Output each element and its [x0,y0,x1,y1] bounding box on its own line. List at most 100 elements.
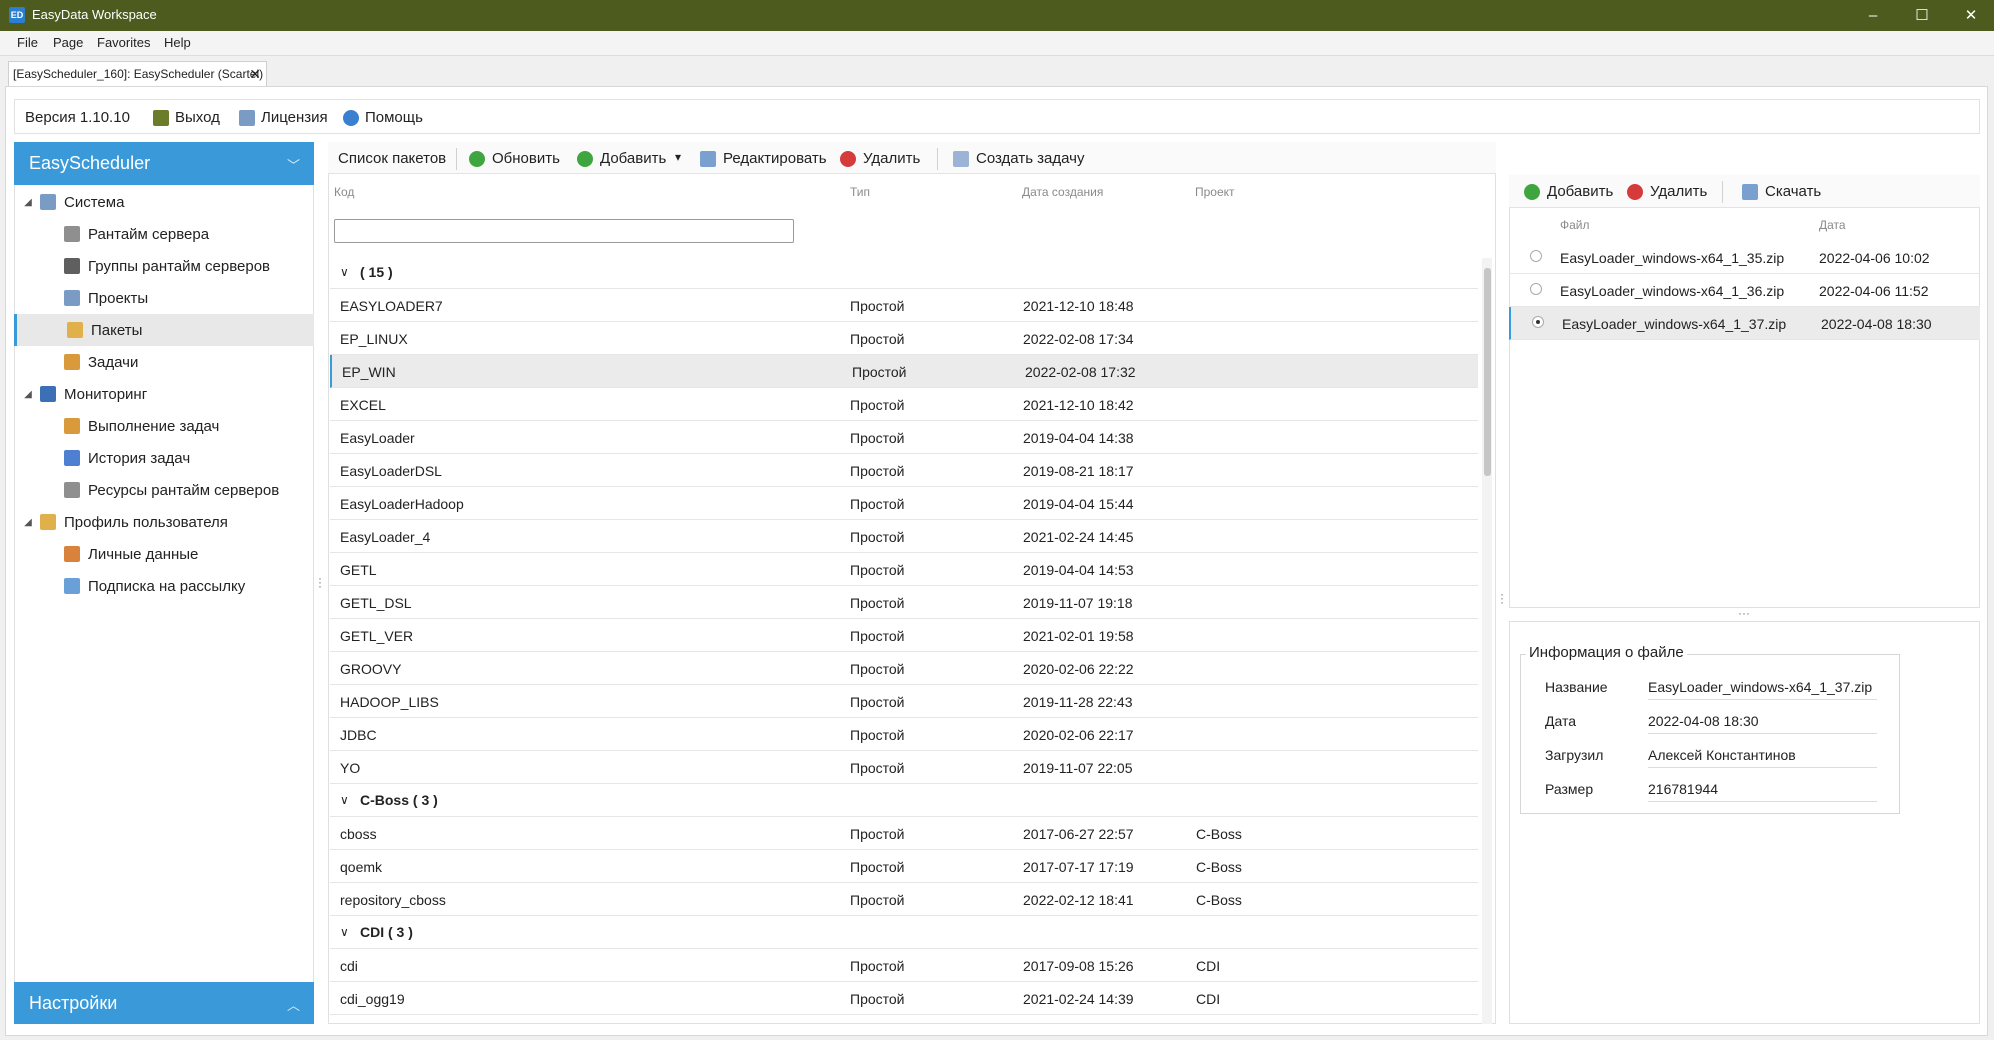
add-file-button[interactable]: Добавить [1524,183,1613,200]
delete-package-button[interactable]: Удалить [840,150,920,167]
tree-item[interactable]: ◢ Система [14,186,314,218]
file-row[interactable]: EasyLoader_windows-x64_1_35.zip 2022-04-0… [1509,241,1980,274]
tree-item[interactable]: Личные данные [14,538,314,570]
column-header-file-date[interactable]: Дата [1819,218,1846,232]
table-row[interactable]: EasyLoaderDSL Простой 2019-08-21 18:17 [330,454,1478,487]
tree-item[interactable]: Ресурсы рантайм серверов [14,474,314,506]
profile-icon [40,514,56,530]
file-radio[interactable] [1532,316,1544,328]
group-label: ( 15 ) [360,264,393,280]
tree-item[interactable]: Подписка на рассылку [14,570,314,602]
table-row[interactable]: GETL_DSL Простой 2019-11-07 19:18 [330,586,1478,619]
chevron-down-icon[interactable]: ∨ [340,925,360,939]
tree-item[interactable]: Выполнение задач [14,410,314,442]
cell-code: JDBC [340,727,377,743]
document-tab[interactable]: [EasyScheduler_160]: EasyScheduler (Scar… [8,61,267,86]
table-row[interactable]: qoemk Простой 2017-07-17 17:19 C-Boss [330,850,1478,883]
cell-date: 2020-02-06 22:17 [1023,727,1134,743]
server-icon [64,226,80,242]
download-file-button[interactable]: Скачать [1742,183,1821,200]
column-header-date[interactable]: Дата создания [1022,185,1103,199]
table-row[interactable]: EasyLoaderHadoop Простой 2019-04-04 15:44 [330,487,1478,520]
expand-arrow-icon[interactable]: ◢ [22,197,34,208]
column-header-file[interactable]: Файл [1560,218,1590,232]
code-filter-input[interactable] [334,219,794,243]
minimize-button[interactable]: – [1850,0,1896,31]
table-row[interactable]: EasyLoader_4 Простой 2021-02-24 14:45 [330,520,1478,553]
table-row[interactable]: EP_WIN Простой 2022-02-08 17:32 [330,355,1478,388]
chevron-down-icon[interactable]: ∨ [340,265,360,279]
tab-close-icon[interactable]: ✕ [249,62,261,86]
table-row[interactable]: cboss Простой 2017-06-27 22:57 C-Boss [330,817,1478,850]
tree-item[interactable]: Рантайм сервера [14,218,314,250]
menu-file[interactable]: File [17,35,38,50]
table-row[interactable]: GROOVY Простой 2020-02-06 22:22 [330,652,1478,685]
exit-button[interactable]: Выход [153,109,220,126]
cell-date: 2019-04-04 14:53 [1023,562,1134,578]
group-header[interactable]: ∨ C-Boss ( 3 ) [330,784,1478,817]
table-row[interactable]: YO Простой 2019-11-07 22:05 [330,751,1478,784]
sidebar-header[interactable]: EasyScheduler ﹀ [14,142,314,185]
chevron-down-icon[interactable]: ∨ [340,793,360,807]
settings-panel-header[interactable]: Настройки ︿ [14,982,314,1024]
menu-page[interactable]: Page [53,35,83,50]
column-header-type[interactable]: Тип [850,185,870,199]
cell-type: Простой [850,826,905,842]
table-row[interactable]: cdi Простой 2017-09-08 15:26 CDI [330,949,1478,982]
add-package-button[interactable]: Добавить [577,150,666,167]
tree-item[interactable]: ◢ Мониторинг [14,378,314,410]
group-header[interactable]: ∨( 15 ) [330,256,1478,289]
group-header[interactable]: ∨ CDI ( 3 ) [330,916,1478,949]
create-task-button[interactable]: Создать задачу [953,150,1084,167]
tree-item[interactable]: Задачи [14,346,314,378]
tree-item-label: История задач [88,449,191,467]
tree-item[interactable]: История задач [14,442,314,474]
license-button[interactable]: Лицензия [239,109,328,126]
edit-package-button[interactable]: Редактировать [700,150,827,167]
cell-code: EasyLoader_4 [340,529,431,545]
tree-item-label: Группы рантайм серверов [88,257,270,275]
menu-favorites[interactable]: Favorites [97,35,150,50]
table-row[interactable]: HADOOP_LIBS Простой 2019-11-28 22:43 [330,685,1478,718]
help-button[interactable]: Помощь [343,109,423,126]
resource-icon [64,482,80,498]
delete-file-button[interactable]: Удалить [1627,183,1707,200]
file-radio[interactable] [1530,250,1542,262]
scrollbar-thumb[interactable] [1484,268,1491,476]
file-row[interactable]: EasyLoader_windows-x64_1_37.zip 2022-04-0… [1509,307,1980,340]
maximize-button[interactable]: ☐ [1899,0,1945,31]
column-header-code[interactable]: Код [334,185,354,199]
tree-item[interactable]: Группы рантайм серверов [14,250,314,282]
tree-item[interactable]: ◢ Профиль пользователя [14,506,314,538]
close-window-button[interactable]: ✕ [1948,0,1994,31]
add-dropdown-button[interactable]: ▾ [675,150,681,164]
document-tab-label: [EasyScheduler_160]: EasyScheduler (Scar… [13,67,264,81]
table-row[interactable]: EP_LINUX Простой 2022-02-08 17:34 [330,322,1478,355]
splitter-horizontal[interactable]: ··· [1738,606,1750,620]
table-row[interactable]: EasyLoader Простой 2019-04-04 14:38 [330,421,1478,454]
menu-help[interactable]: Help [164,35,191,50]
splitter-left[interactable]: · · · [316,572,324,592]
table-row[interactable]: repository_cboss Простой 2022-02-12 18:41 C… [330,883,1478,916]
table-row[interactable]: GETL Простой 2019-04-04 14:53 [330,553,1478,586]
file-radio[interactable] [1530,283,1542,295]
task-icon [64,354,80,370]
table-row[interactable]: JDBC Простой 2020-02-06 22:17 [330,718,1478,751]
table-row[interactable]: EASYLOADER7 Простой 2021-12-10 18:48 [330,289,1478,322]
table-row[interactable]: cdi_ogg19 Простой 2021-02-24 14:39 CDI [330,982,1478,1015]
chevron-up-icon[interactable]: ︿ [287,995,300,1014]
tree-item[interactable]: Пакеты [14,314,314,346]
tree-item-label: Профиль пользователя [64,513,228,531]
file-row[interactable]: EasyLoader_windows-x64_1_36.zip 2022-04-0… [1509,274,1980,307]
refresh-button[interactable]: Обновить [469,150,560,167]
chevron-down-icon[interactable]: ﹀ [287,155,300,174]
table-row[interactable]: EXCEL Простой 2021-12-10 18:42 [330,388,1478,421]
expand-arrow-icon[interactable]: ◢ [22,517,34,528]
column-header-project[interactable]: Проект [1195,185,1235,199]
table-row[interactable]: GETL_VER Простой 2021-02-01 19:58 [330,619,1478,652]
cell-type: Простой [850,727,905,743]
cell-code: cdi [340,958,358,974]
tree-item[interactable]: Проекты [14,282,314,314]
splitter-right[interactable]: · · · [1498,588,1506,608]
expand-arrow-icon[interactable]: ◢ [22,389,34,400]
